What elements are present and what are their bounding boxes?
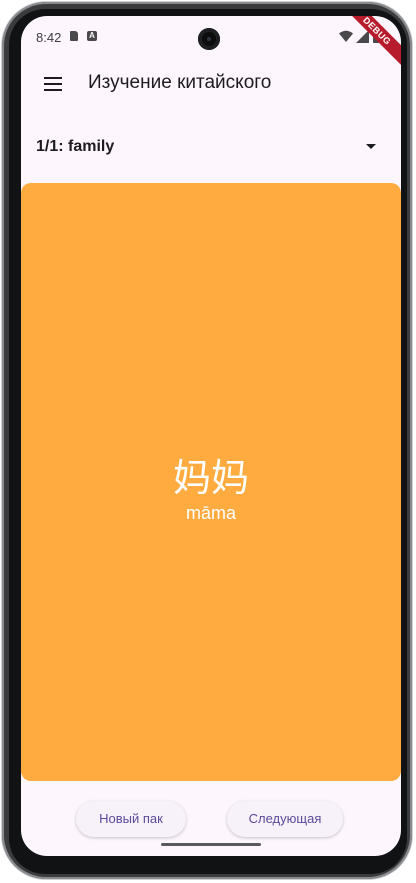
deck-dropdown-value: 1/1: family [36,138,115,155]
card-pinyin: māma [185,503,236,523]
status-time: 8:42 [36,30,62,45]
sd-card-icon [70,31,78,41]
status-bar: 8:42 A DEBUG [21,16,401,72]
hamburger-menu-icon [44,77,62,91]
app-bar: Изучение китайского [21,56,401,112]
home-indicator[interactable] [161,843,261,846]
notification-a-icon: A [87,31,97,41]
app-title: Изучение китайского [88,72,272,93]
device: 8:42 A DEBUG Изучение китайского 1/1: fa… [0,0,416,883]
wifi-icon [339,30,353,42]
card-hanzi: 妈妈 [172,456,249,500]
next-card-button[interactable]: Следующая [227,801,343,837]
menu-button[interactable] [29,60,77,108]
dropdown-arrow-icon [366,144,376,149]
flashcard[interactable]: 妈妈 māma [21,183,401,781]
front-camera [198,28,220,50]
screen: 8:42 A DEBUG Изучение китайского 1/1: fa… [21,16,401,856]
new-pack-button[interactable]: Новый пак [76,801,186,837]
deck-dropdown[interactable]: 1/1: family [36,130,376,164]
